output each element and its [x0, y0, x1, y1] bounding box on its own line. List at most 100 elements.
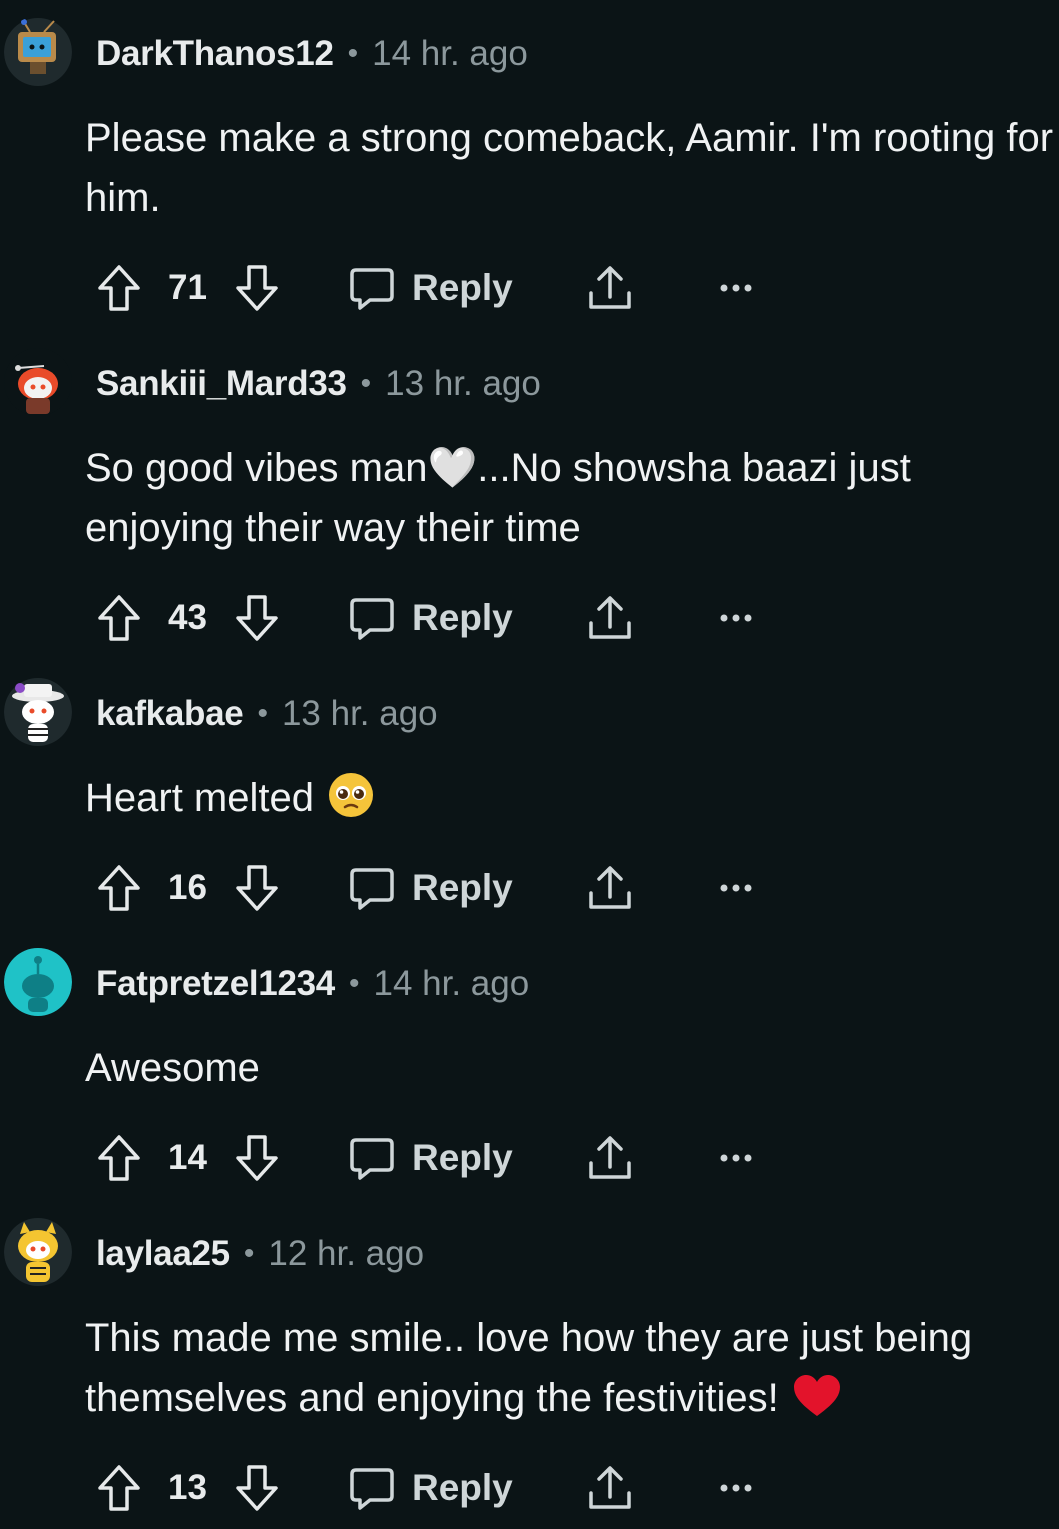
- reply-icon: [350, 268, 394, 310]
- more-options-button[interactable]: [718, 858, 754, 918]
- username[interactable]: Sankiii_Mard33: [96, 364, 347, 404]
- reply-button[interactable]: Reply: [348, 258, 513, 318]
- share-icon: [589, 1466, 631, 1509]
- action-bar: 43 Reply: [0, 588, 1059, 648]
- share-icon: [589, 1136, 631, 1179]
- separator-dot: •: [348, 967, 360, 1000]
- more-options-button[interactable]: [718, 258, 754, 318]
- red-heart-icon: [792, 1373, 842, 1436]
- more-options-button[interactable]: [718, 588, 754, 648]
- upvote-button[interactable]: [96, 1128, 142, 1188]
- share-button[interactable]: [586, 588, 634, 648]
- reply-button[interactable]: Reply: [348, 858, 513, 918]
- avatar[interactable]: [4, 946, 72, 1018]
- comment-text: Please make a strong comeback, Aamir. I'…: [85, 116, 1054, 220]
- comment-feed: DarkThanos12 • 14 hr. ago Please make a …: [0, 0, 1059, 1529]
- comment-header: Fatpretzel1234 • 14 hr. ago: [96, 960, 529, 1008]
- downvote-icon: [236, 865, 278, 911]
- tiger-snoo-avatar-icon: [4, 1218, 72, 1286]
- timestamp: 14 hr. ago: [373, 964, 530, 1003]
- upvote-icon: [98, 1135, 140, 1181]
- separator-dot: •: [360, 367, 372, 400]
- reply-label: Reply: [412, 267, 513, 308]
- share-button[interactable]: [586, 1458, 634, 1518]
- hat-snoo-avatar-icon: [4, 678, 72, 746]
- downvote-button[interactable]: [234, 588, 280, 648]
- upvote-icon: [98, 865, 140, 911]
- share-button[interactable]: [586, 858, 634, 918]
- avatar[interactable]: [4, 16, 72, 88]
- comment-header: kafkabae • 13 hr. ago: [96, 690, 438, 738]
- username[interactable]: Fatpretzel1234: [96, 964, 335, 1004]
- share-button[interactable]: [586, 258, 634, 318]
- vote-score: 13: [168, 1468, 207, 1507]
- reply-icon: [350, 1138, 394, 1180]
- action-bar: 71 Reply: [0, 258, 1059, 318]
- tv-snoo-avatar-icon: [4, 18, 72, 86]
- comment-text: So good vibes man🤍...No showsha baazi ju…: [85, 446, 911, 550]
- share-icon: [589, 596, 631, 639]
- comment-text: Awesome: [85, 1046, 260, 1090]
- downvote-button[interactable]: [234, 1128, 280, 1188]
- downvote-button[interactable]: [234, 258, 280, 318]
- comment-body: This made me smile.. love how they are j…: [85, 1308, 1055, 1436]
- timestamp: 13 hr. ago: [281, 694, 438, 733]
- avatar[interactable]: [4, 676, 72, 748]
- more-icon: [720, 884, 752, 892]
- more-options-button[interactable]: [718, 1128, 754, 1188]
- action-bar: 13 Reply: [0, 1458, 1059, 1518]
- reply-button[interactable]: Reply: [348, 588, 513, 648]
- avatar[interactable]: [4, 346, 72, 418]
- reply-label: Reply: [412, 1137, 513, 1178]
- default-snoo-avatar-icon: [4, 948, 72, 1016]
- downvote-icon: [236, 1465, 278, 1511]
- share-icon: [589, 266, 631, 309]
- separator-dot: •: [243, 1237, 255, 1270]
- timestamp: 14 hr. ago: [372, 34, 528, 73]
- username[interactable]: kafkabae: [96, 694, 244, 734]
- comment-body: Awesome: [85, 1038, 1055, 1098]
- share-icon: [589, 866, 631, 909]
- comment: laylaa25 • 12 hr. ago This made me smile…: [0, 1200, 1059, 1529]
- upvote-button[interactable]: [96, 258, 142, 318]
- downvote-icon: [236, 1135, 278, 1181]
- downvote-button[interactable]: [234, 1458, 280, 1518]
- pleading-face-icon: [327, 771, 375, 836]
- action-bar: 14 Reply: [0, 1128, 1059, 1188]
- comment-text: Heart melted: [85, 776, 326, 820]
- more-options-button[interactable]: [718, 1458, 754, 1518]
- downvote-icon: [236, 265, 278, 311]
- more-icon: [720, 614, 752, 622]
- more-icon: [720, 284, 752, 292]
- upvote-icon: [98, 265, 140, 311]
- upvote-icon: [98, 1465, 140, 1511]
- upvote-button[interactable]: [96, 588, 142, 648]
- username[interactable]: laylaa25: [96, 1234, 230, 1274]
- comment: Sankiii_Mard33 • 13 hr. ago So good vibe…: [0, 330, 1059, 660]
- upvote-button[interactable]: [96, 858, 142, 918]
- reply-label: Reply: [412, 597, 513, 638]
- reply-icon: [350, 868, 394, 910]
- red-hair-snoo-avatar-icon: [4, 348, 72, 416]
- reply-label: Reply: [412, 1467, 513, 1508]
- more-icon: [720, 1154, 752, 1162]
- downvote-icon: [236, 595, 278, 641]
- timestamp: 12 hr. ago: [268, 1234, 425, 1273]
- comment: DarkThanos12 • 14 hr. ago Please make a …: [0, 0, 1059, 330]
- reply-button[interactable]: Reply: [348, 1128, 513, 1188]
- comment-body: So good vibes man🤍...No showsha baazi ju…: [85, 438, 1055, 558]
- username[interactable]: DarkThanos12: [96, 34, 334, 74]
- vote-score: 71: [168, 268, 207, 307]
- reply-button[interactable]: Reply: [348, 1458, 513, 1518]
- share-button[interactable]: [586, 1128, 634, 1188]
- comment-header: DarkThanos12 • 14 hr. ago: [96, 30, 528, 78]
- downvote-button[interactable]: [234, 858, 280, 918]
- comment-header: laylaa25 • 12 hr. ago: [96, 1230, 424, 1278]
- reply-label: Reply: [412, 867, 513, 908]
- avatar[interactable]: [4, 1216, 72, 1288]
- comment-body: Heart melted: [85, 768, 1055, 836]
- upvote-button[interactable]: [96, 1458, 142, 1518]
- upvote-icon: [98, 595, 140, 641]
- vote-score: 16: [168, 868, 207, 907]
- reply-icon: [350, 1468, 394, 1510]
